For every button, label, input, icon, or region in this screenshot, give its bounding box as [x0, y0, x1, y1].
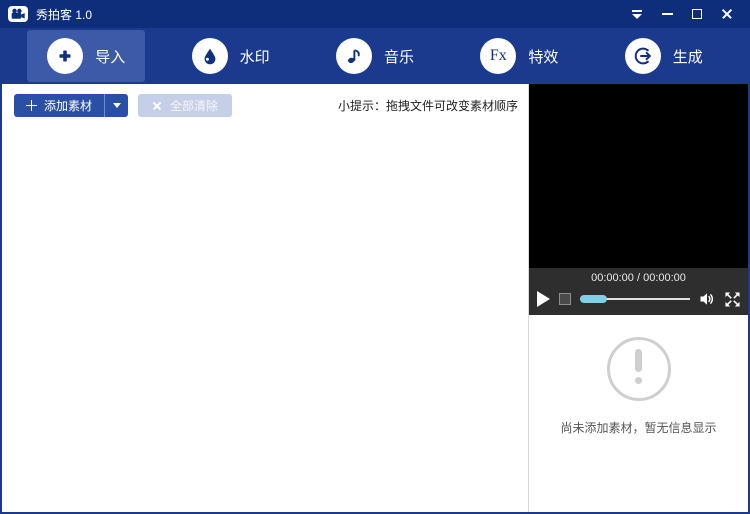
nav-tab-label: 音乐: [384, 46, 414, 67]
close-icon[interactable]: [712, 2, 742, 26]
add-material-button[interactable]: 添加素材: [14, 94, 104, 117]
preview-panel: 00:00:00 / 00:00:00: [529, 84, 748, 512]
time-display: 00:00:00 / 00:00:00: [537, 271, 740, 286]
clear-all-label: 全部清除: [170, 97, 218, 114]
window-title: 秀拍客 1.0: [36, 6, 92, 23]
seek-slider[interactable]: [580, 294, 690, 304]
add-material-label: 添加素材: [44, 97, 92, 114]
empty-state-icon: [607, 337, 671, 401]
plus-icon: [47, 38, 83, 74]
material-panel: 添加素材 全部清除 小提示：拖拽文件可改变素材顺序: [2, 84, 529, 512]
material-toolbar: 添加素材 全部清除 小提示：拖拽文件可改变素材顺序: [2, 84, 528, 118]
clear-x-icon: [152, 101, 162, 111]
add-material-dropdown-button[interactable]: [104, 94, 128, 117]
nav-tab-watermark[interactable]: 水印: [172, 30, 290, 82]
exclamation-dot: [635, 377, 642, 384]
nav-tab-import[interactable]: 导入: [27, 30, 145, 82]
play-icon[interactable]: [537, 291, 550, 307]
maximize-icon[interactable]: [682, 2, 712, 26]
player-controls-row: [537, 286, 740, 312]
chevron-down-icon: [113, 103, 121, 108]
waterdrop-icon: [192, 38, 228, 74]
material-list-area[interactable]: [2, 118, 528, 512]
nav-tab-music[interactable]: 音乐: [316, 30, 434, 82]
nav-tab-label: 水印: [240, 46, 270, 67]
empty-state-message: 尚未添加素材，暂无信息显示: [560, 419, 716, 436]
titlebar: 秀拍客 1.0: [0, 0, 750, 28]
export-icon: [625, 38, 661, 74]
drag-hint: 小提示：拖拽文件可改变素材顺序: [338, 97, 518, 114]
add-material-split-button: 添加素材: [14, 94, 128, 117]
fullscreen-icon[interactable]: [725, 292, 740, 307]
fx-icon: Fx: [480, 38, 516, 74]
music-note-icon: [336, 38, 372, 74]
stop-icon[interactable]: [559, 293, 571, 305]
skin-icon[interactable]: [622, 2, 652, 26]
plus-icon: [26, 100, 37, 111]
nav-tab-generate[interactable]: 生成: [605, 30, 723, 82]
minimize-icon[interactable]: [652, 2, 682, 26]
main-content: 添加素材 全部清除 小提示：拖拽文件可改变素材顺序 00:00:00 / 00:…: [2, 84, 748, 512]
nav-tab-label: 特效: [528, 46, 558, 67]
info-panel: 尚未添加素材，暂无信息显示: [529, 315, 748, 512]
player-controls: 00:00:00 / 00:00:00: [529, 268, 748, 315]
window-controls: [622, 2, 742, 26]
exclamation-bar: [635, 349, 642, 372]
clear-all-button[interactable]: 全部清除: [138, 94, 232, 117]
seek-handle[interactable]: [580, 295, 607, 303]
app-window: 秀拍客 1.0 导入: [0, 0, 750, 514]
video-preview: [529, 84, 748, 268]
volume-icon[interactable]: [699, 292, 716, 306]
nav-tab-label: 生成: [673, 46, 703, 67]
main-nav: 导入 水印 音乐 Fx: [0, 28, 750, 84]
nav-tab-effects[interactable]: Fx 特效: [460, 30, 578, 82]
app-logo-icon: [8, 6, 28, 22]
fx-icon-text: Fx: [490, 47, 507, 65]
nav-tab-label: 导入: [95, 46, 125, 67]
